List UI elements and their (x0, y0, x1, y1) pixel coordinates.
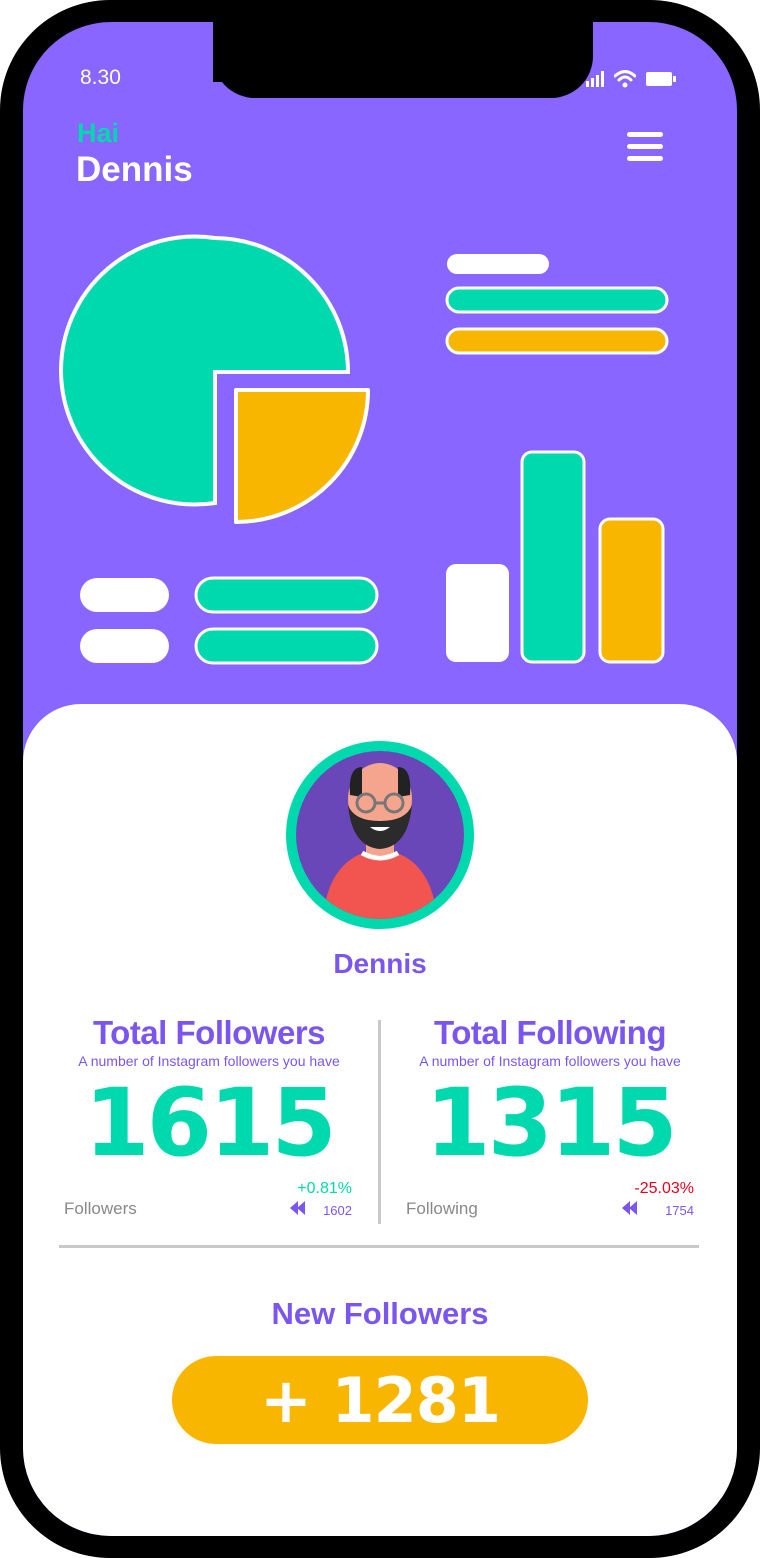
followers-title: Total Followers (92, 1014, 326, 1051)
followers-stat: Total Followers A number of Instagram fo… (54, 1014, 364, 1171)
new-followers-value: + 1281 (259, 1363, 501, 1437)
following-previous: 1754 (665, 1203, 694, 1218)
followers-change: +0.81% (297, 1180, 352, 1197)
avatar[interactable] (282, 737, 478, 933)
new-followers-title: New Followers (271, 1296, 489, 1331)
bar-green (520, 450, 586, 664)
followers-previous: 1602 (323, 1203, 352, 1218)
legend-bar-yellow (445, 327, 669, 355)
following-title: Total Following (433, 1014, 667, 1051)
legend-pill-green-2 (194, 627, 379, 665)
new-followers-badge[interactable]: + 1281 (172, 1356, 588, 1444)
bar-yellow (598, 517, 665, 664)
section-divider (59, 1245, 699, 1248)
bar-white (446, 564, 509, 662)
following-stat: Total Following A number of Instagram fo… (395, 1014, 705, 1171)
stats-divider (378, 1020, 381, 1224)
legend-pill-white-2 (80, 629, 169, 663)
followers-subtitle: A number of Instagram followers you have (78, 1053, 340, 1069)
legend-bar-white (447, 254, 549, 274)
following-subtitle: A number of Instagram followers you have (419, 1053, 681, 1069)
following-label: Following (406, 1199, 478, 1218)
dashboard-illustration (59, 234, 669, 665)
legend-pill-green-1 (194, 576, 379, 614)
following-value: 1315 (425, 1069, 678, 1178)
legend-bar-green (445, 286, 669, 314)
following-change: -25.03% (634, 1180, 694, 1197)
followers-label: Followers (64, 1199, 137, 1218)
legend-pill-white-1 (80, 578, 169, 612)
followers-value: 1615 (84, 1069, 337, 1178)
profile-name: Dennis (333, 948, 427, 979)
pie-slice-yellow (234, 388, 370, 524)
double-chevron-left-icon (622, 1201, 637, 1215)
